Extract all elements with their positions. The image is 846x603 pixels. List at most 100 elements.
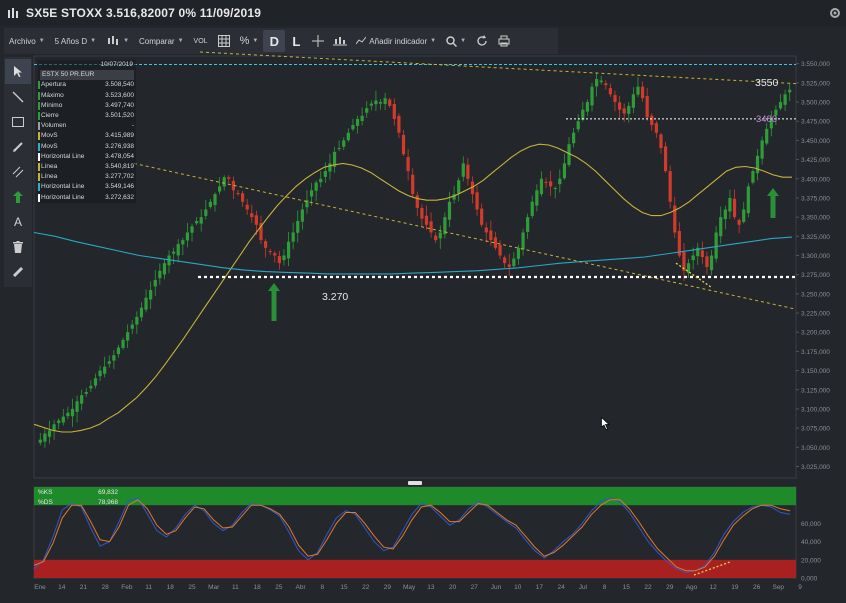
candle-body: [217, 186, 222, 192]
compare-menu[interactable]: Comparar ▼: [134, 30, 189, 52]
y-axis-label: 3.175,000: [801, 349, 830, 356]
legend-row: Cierre 3.501,520: [38, 111, 136, 121]
candle-body: [250, 213, 254, 218]
candle-body: [424, 215, 429, 225]
candle-body: [567, 144, 571, 165]
refresh-icon[interactable]: [471, 30, 493, 52]
support-label: 3.270: [322, 291, 348, 303]
legend-label: MovS: [41, 142, 58, 150]
candle-body: [493, 237, 498, 248]
candle-body: [686, 263, 691, 273]
candle-body: [355, 118, 360, 126]
x-axis-label: 12: [710, 584, 718, 591]
trendline-lower: [133, 162, 797, 310]
text-tool-icon[interactable]: A: [5, 209, 31, 234]
y-axis-label: 3.350,000: [801, 215, 830, 222]
legend-value: 3.272,632: [105, 193, 134, 201]
candle-body: [378, 102, 383, 104]
print-icon[interactable]: [493, 30, 515, 52]
stochastic-legend-row: %DS 78,968: [38, 498, 118, 508]
y-axis-label: 3.375,000: [801, 195, 830, 202]
candle-body: [594, 79, 599, 87]
candle-body: [604, 83, 608, 86]
add-indicator-menu[interactable]: Añadir indicador ▼: [351, 30, 441, 52]
candle-body: [411, 174, 415, 195]
chevron-down-icon: ▼: [460, 38, 467, 44]
arrow-tool-icon[interactable]: [5, 184, 31, 209]
legend-swatch: [38, 122, 40, 131]
x-axis-label: 28: [102, 584, 110, 591]
chart-type-select[interactable]: ▼: [101, 30, 134, 52]
candle-body: [130, 324, 134, 329]
y-axis-label: 3.400,000: [801, 176, 830, 183]
legend-value: 3.523,600: [105, 91, 134, 99]
window-title: SX5E STOXX 3.516,82007 0% 11/09/2019: [26, 6, 262, 20]
y-axis-label: 3.200,000: [801, 330, 830, 337]
volume-toggle[interactable]: VOL: [189, 30, 213, 52]
candle-body: [240, 193, 245, 202]
candle-body: [351, 125, 355, 130]
candle-body: [273, 253, 277, 256]
percent-select[interactable]: % ▼: [235, 30, 264, 52]
candle-body: [374, 100, 378, 105]
y-axis-label: 3.550,000: [801, 61, 830, 68]
candle-body: [714, 232, 718, 259]
overbought-zone: [34, 487, 796, 506]
candle-body: [732, 198, 737, 218]
candle-body: [286, 241, 291, 259]
gear-icon[interactable]: [828, 6, 842, 20]
resistance-mid-label: 3480: [756, 114, 777, 125]
legend-value: 3.277,702: [105, 173, 134, 181]
daily-button[interactable]: D: [263, 30, 286, 52]
candle-body: [429, 221, 433, 233]
candle-body: [709, 255, 714, 271]
candle-body: [47, 430, 52, 437]
x-axis-label: Ago: [686, 584, 698, 591]
file-menu[interactable]: Archivo ▼: [4, 30, 50, 52]
stochastic-legend: %KS 69,832 %DS 78,968: [38, 488, 118, 508]
candle-body: [691, 255, 695, 261]
candle-body: [401, 134, 406, 155]
candle-body: [103, 366, 107, 374]
candle-body: [470, 181, 475, 195]
x-axis-label: 21: [80, 584, 88, 591]
candle-body: [89, 385, 93, 389]
pointer-tool-icon[interactable]: [5, 59, 31, 84]
candle-body: [162, 263, 167, 275]
pencil-tool-icon[interactable]: [5, 134, 31, 159]
zoom-select[interactable]: ▼: [441, 30, 471, 52]
x-axis-label: 13: [427, 584, 435, 591]
legend-swatch: [38, 183, 40, 192]
parallel-lines-tool-icon[interactable]: [5, 159, 31, 184]
chart-app-icon: [6, 6, 20, 20]
candle-body: [512, 258, 516, 267]
line-tool-icon[interactable]: [5, 84, 31, 109]
candle-body: [673, 205, 677, 233]
ma-fast-line: [33, 143, 792, 433]
rectangle-tool-icon[interactable]: [5, 109, 31, 134]
bar-settings-icon[interactable]: [329, 30, 351, 52]
eraser-tool-icon[interactable]: [5, 259, 31, 284]
candle-body: [153, 280, 157, 287]
stochastic-label: %KS: [38, 489, 53, 496]
candle-body: [227, 177, 231, 179]
candle-body: [139, 307, 144, 318]
candle-body: [562, 163, 567, 179]
grid-icon[interactable]: [213, 30, 235, 52]
legend-value: 3.276,938: [105, 142, 134, 150]
trash-icon[interactable]: [5, 234, 31, 259]
legend-value: 3.508,540: [105, 81, 134, 89]
last-button[interactable]: L: [285, 30, 307, 52]
crosshair-icon[interactable]: [307, 30, 329, 52]
period-select[interactable]: 5 Años D ▼: [50, 30, 101, 52]
pane-resize-handle: [408, 481, 422, 485]
x-axis-label: May: [403, 584, 416, 591]
legend-label: Línea: [41, 163, 58, 171]
legend-row: Horizontal Line 3.549,146: [38, 182, 136, 192]
y-axis-label: 3.075,000: [801, 426, 830, 433]
candle-body: [360, 115, 364, 121]
candle-body: [778, 102, 783, 109]
candle-body: [296, 220, 300, 233]
candle-body: [337, 148, 341, 150]
x-axis-label: Sep: [772, 584, 784, 591]
